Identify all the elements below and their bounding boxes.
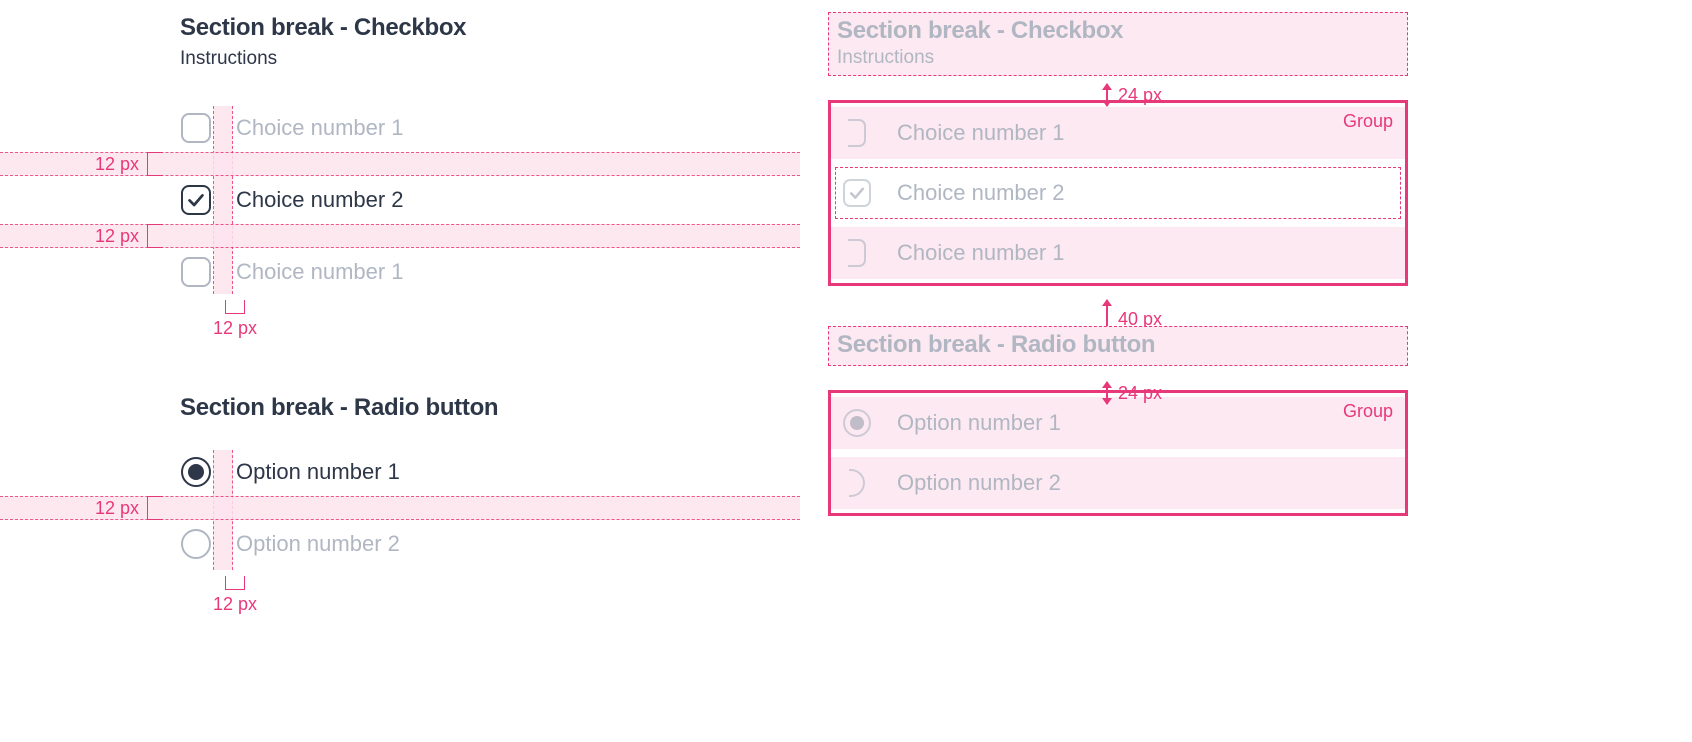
vertical-gap-measure: 12 px — [95, 496, 163, 520]
radio-section: Section break - Radio button Option numb… — [180, 394, 740, 570]
group-option-row[interactable]: Option number 1 — [831, 393, 1405, 453]
radio-option-label: Option number 1 — [236, 459, 400, 485]
section-instructions: Instructions — [180, 48, 740, 70]
group-option-label: Choice number 2 — [897, 180, 1065, 206]
group-option-label: Choice number 1 — [897, 120, 1065, 146]
checkbox-option-row[interactable]: Choice number 1 — [180, 106, 404, 150]
bracket-icon — [147, 496, 163, 520]
ghost-header-checkbox: Section break - Checkbox Instructions — [828, 12, 1408, 76]
vertical-gap-measure: 12 px — [95, 224, 163, 248]
ghost-title: Section break - Checkbox — [837, 17, 1399, 45]
group-option-label: Choice number 1 — [897, 240, 1065, 266]
checkbox-checked-icon[interactable] — [180, 184, 212, 216]
measure-label: 12 px — [213, 594, 257, 615]
ghost-title: Section break - Radio button — [837, 331, 1399, 359]
bracket-icon — [225, 300, 245, 314]
group-option-row[interactable]: Choice number 2 — [831, 163, 1405, 223]
checkbox-option-label: Choice number 1 — [236, 115, 404, 141]
group-option-row[interactable]: Choice number 1 — [831, 223, 1405, 283]
bracket-icon — [147, 224, 163, 248]
group-option-row[interactable]: Option number 2 — [831, 453, 1405, 513]
radio-checked-icon[interactable] — [841, 407, 873, 439]
checkbox-option-label: Choice number 1 — [236, 259, 404, 285]
group-option-label: Option number 2 — [897, 470, 1061, 496]
radio-group-frame: Group Option number 1 Option number 2 — [828, 390, 1408, 516]
radio-icon[interactable] — [180, 528, 212, 560]
checkbox-icon[interactable] — [841, 237, 873, 269]
bracket-icon — [225, 576, 245, 590]
radio-icon[interactable] — [841, 467, 873, 499]
radio-option-label: Option number 2 — [236, 531, 400, 557]
radio-options-column: Option number 1 12 px Option number 2 12… — [180, 450, 740, 570]
bracket-icon — [147, 152, 163, 176]
horizontal-gap-measure: 12 px — [213, 576, 257, 615]
section-title: Section break - Radio button — [180, 394, 740, 422]
section-title: Section break - Checkbox — [180, 14, 740, 42]
checkbox-options-column: Choice number 1 12 px Choice number 2 — [180, 106, 740, 294]
measure-label: 12 px — [95, 226, 139, 247]
checkbox-option-row[interactable]: Choice number 2 — [180, 178, 404, 222]
checkbox-icon[interactable] — [180, 256, 212, 288]
group-option-label: Option number 1 — [897, 410, 1061, 436]
group-option-row[interactable]: Choice number 1 — [831, 103, 1405, 163]
ghost-header-radio: Section break - Radio button — [828, 326, 1408, 366]
checkbox-option-label: Choice number 2 — [236, 187, 404, 213]
ghost-instructions: Instructions — [837, 47, 1399, 69]
checkbox-checked-icon[interactable] — [841, 177, 873, 209]
radio-option-row[interactable]: Option number 1 — [180, 450, 400, 494]
right-spec-column: Section break - Checkbox Instructions 24… — [828, 12, 1408, 516]
checkbox-group-frame: Group Choice number 1 Choice number 2 — [828, 100, 1408, 286]
checkbox-icon[interactable] — [841, 117, 873, 149]
radio-option-row[interactable]: Option number 2 — [180, 522, 400, 566]
checkbox-icon[interactable] — [180, 112, 212, 144]
measure-label: 12 px — [95, 154, 139, 175]
checkbox-section: Section break - Checkbox Instructions Ch… — [180, 14, 740, 294]
left-spec-column: Section break - Checkbox Instructions Ch… — [180, 14, 740, 570]
vertical-gap-measure: 12 px — [95, 152, 163, 176]
horizontal-gap-measure: 12 px — [213, 300, 257, 339]
radio-checked-icon[interactable] — [180, 456, 212, 488]
measure-label: 12 px — [213, 318, 257, 339]
checkbox-option-row[interactable]: Choice number 1 — [180, 250, 404, 294]
measure-label: 12 px — [95, 498, 139, 519]
